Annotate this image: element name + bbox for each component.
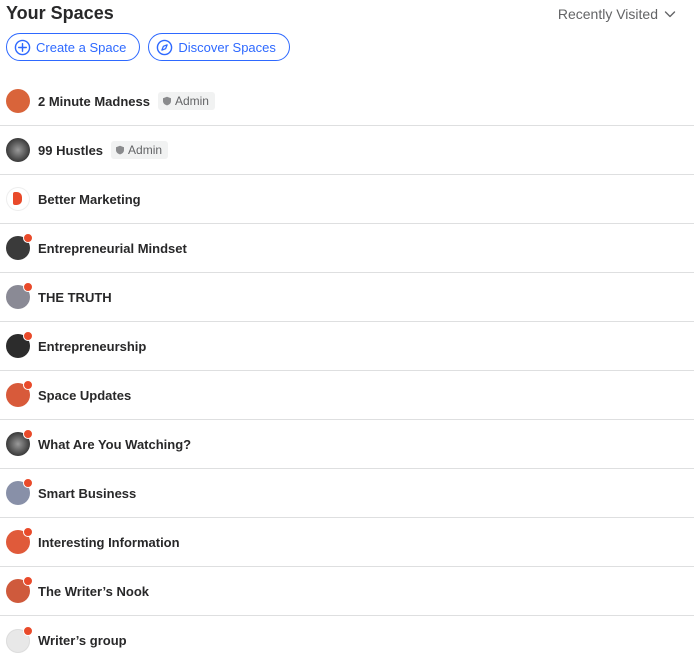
space-name: Smart Business <box>38 485 137 501</box>
notification-dot <box>23 331 33 341</box>
shield-icon <box>162 96 171 106</box>
space-row[interactable]: Space Updates <box>0 371 694 420</box>
space-row[interactable]: Smart Business <box>0 469 694 518</box>
space-name: 2 Minute Madness <box>38 93 150 109</box>
page-title: Your Spaces <box>6 3 114 23</box>
spaces-header: Your Spaces Recently Visited <box>6 0 688 28</box>
space-row[interactable]: Better Marketing <box>0 175 694 224</box>
space-avatar <box>6 429 33 456</box>
admin-badge-label: Admin <box>174 94 209 108</box>
space-row[interactable]: 2 Minute Madness Admin <box>0 77 694 126</box>
space-name: What Are You Watching? <box>38 436 192 452</box>
space-name: Writer’s group <box>38 633 127 648</box>
space-name: Interesting Information <box>38 534 180 550</box>
space-row[interactable]: Entrepreneurial Mindset <box>0 224 694 273</box>
space-avatar <box>6 576 33 603</box>
admin-badge-label: Admin <box>128 143 163 157</box>
plus-circle-icon <box>14 39 31 55</box>
space-name: THE TRUTH <box>38 289 112 305</box>
create-space-label: Create a Space <box>36 39 127 55</box>
admin-badge: Admin <box>111 141 169 159</box>
space-name: Entrepreneurial Mindset <box>38 240 187 256</box>
space-row[interactable]: 99 Hustles Admin <box>0 126 694 175</box>
space-row[interactable]: What Are You Watching? <box>0 420 694 469</box>
notification-dot <box>23 233 33 243</box>
notification-dot <box>23 429 33 439</box>
space-avatar <box>6 380 33 407</box>
space-row[interactable]: The Writer’s Nook <box>0 567 694 616</box>
space-row[interactable]: Entrepreneurship <box>0 322 694 371</box>
space-name: Better Marketing <box>38 191 141 207</box>
sort-dropdown[interactable]: Recently Visited <box>558 6 676 22</box>
space-name: Space Updates <box>38 387 132 403</box>
space-avatar <box>6 527 33 554</box>
shield-icon <box>116 145 125 155</box>
avatar-mark <box>13 192 22 205</box>
chevron-down-icon <box>664 11 676 18</box>
notification-dot <box>23 625 33 636</box>
spaces-list: 2 Minute Madness Admin 99 Hustles Admin Bett… <box>0 77 694 665</box>
discover-spaces-label: Discover Spaces <box>178 39 276 55</box>
space-avatar <box>6 478 33 505</box>
space-actions: Create a Space Discover Spaces <box>6 33 290 61</box>
discover-spaces-button[interactable]: Discover Spaces <box>148 33 290 61</box>
space-avatar <box>6 89 30 113</box>
notification-dot <box>23 282 33 292</box>
space-row[interactable]: Writer’s group <box>0 616 694 665</box>
space-name: 99 Hustles <box>38 142 104 158</box>
space-avatar <box>6 187 30 211</box>
space-avatar <box>6 625 33 653</box>
notification-dot <box>23 478 33 488</box>
space-row[interactable]: THE TRUTH <box>0 273 694 322</box>
sort-label: Recently Visited <box>557 6 658 22</box>
admin-badge: Admin <box>157 92 215 110</box>
space-avatar <box>6 233 33 260</box>
space-avatar <box>6 138 30 162</box>
create-space-button[interactable]: Create a Space <box>6 33 141 61</box>
notification-dot <box>23 527 33 537</box>
space-name: The Writer’s Nook <box>38 583 150 599</box>
space-name: Entrepreneurship <box>38 338 147 354</box>
space-avatar <box>6 331 33 358</box>
notification-dot <box>23 380 33 390</box>
space-row[interactable]: Interesting Information <box>0 518 694 567</box>
compass-icon <box>157 39 173 55</box>
notification-dot <box>23 576 33 586</box>
space-avatar <box>6 282 33 309</box>
